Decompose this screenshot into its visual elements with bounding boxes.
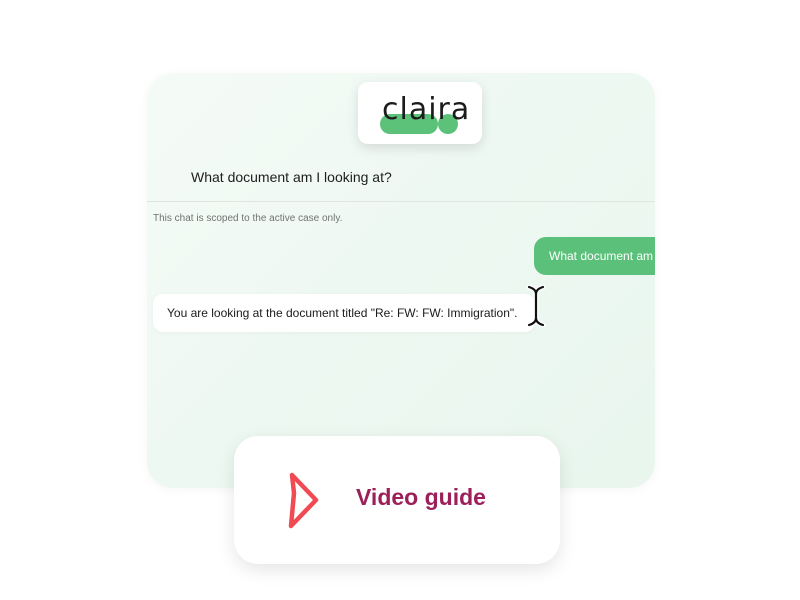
claira-logo: claira <box>358 82 482 144</box>
video-guide-button[interactable]: Video guide <box>234 436 560 564</box>
user-message-bubble: What document am I looking at? <box>534 237 655 275</box>
header-divider <box>147 201 655 202</box>
text-cursor-icon <box>526 284 546 328</box>
logo-text: claira <box>382 92 471 127</box>
video-guide-label: Video guide <box>356 484 486 510</box>
chat-header-question: What document am I looking at? <box>191 169 392 185</box>
promo-stage: What document am I looking at? This chat… <box>0 0 800 600</box>
assistant-message-bubble: You are looking at the document titled "… <box>153 294 536 332</box>
play-icon <box>288 472 319 529</box>
chat-scope-note: This chat is scoped to the active case o… <box>153 213 343 224</box>
